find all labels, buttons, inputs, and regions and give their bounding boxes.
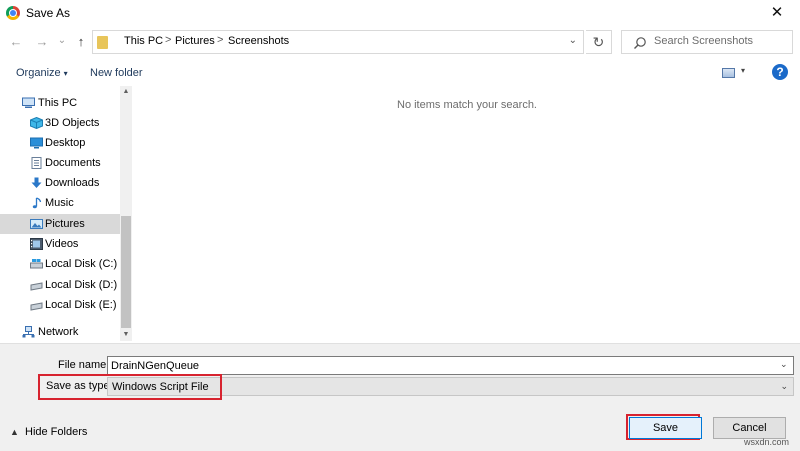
- scroll-up-icon[interactable]: ▲: [120, 86, 132, 98]
- sidebar-item-label: Local Disk (C:): [45, 258, 118, 270]
- filename-dropdown-icon[interactable]: ⌄: [780, 359, 788, 370]
- documents-icon: [31, 157, 42, 169]
- sidebar-item-label: Local Disk (D:): [45, 279, 118, 291]
- sidebar-item-local-disk-d[interactable]: Local Disk (D:): [0, 275, 120, 295]
- new-folder-button[interactable]: New folder: [90, 67, 143, 79]
- hide-folders-label: Hide Folders: [25, 426, 88, 438]
- chevron-up-icon: ▲: [10, 427, 19, 437]
- breadcrumb-separator[interactable]: >: [165, 34, 171, 46]
- sidebar-item-label: This PC: [38, 97, 78, 109]
- sidebar-item-pictures[interactable]: Pictures: [0, 214, 120, 234]
- sidebar-item-this-pc[interactable]: This PC: [0, 93, 120, 113]
- navigation-pane: This PC 3D Objects Desktop Documents Dow…: [0, 86, 133, 341]
- videos-icon: [30, 238, 43, 250]
- save-options-panel: File name: ⌄ Save as type: Windows Scrip…: [0, 343, 800, 451]
- breadcrumb-screenshots[interactable]: Screenshots: [228, 35, 289, 47]
- sidebar-item-label: Network: [38, 326, 79, 338]
- breadcrumb-pictures[interactable]: Pictures: [175, 35, 215, 47]
- music-icon: [32, 197, 42, 209]
- address-row: ← → ⌄ ↑ This PC > Pictures > Screenshots…: [0, 28, 800, 58]
- search-box[interactable]: [621, 30, 793, 54]
- sidebar-item-label: Downloads: [45, 177, 100, 189]
- address-dropdown-icon[interactable]: ⌄: [569, 35, 577, 46]
- downloads-icon: [31, 177, 42, 188]
- scrollbar-thumb[interactable]: [121, 216, 131, 328]
- sidebar-item-label: Desktop: [45, 137, 86, 149]
- chrome-icon: [6, 6, 20, 20]
- sidebar-item-network[interactable]: Network: [0, 322, 120, 342]
- scroll-down-icon[interactable]: ▼: [120, 329, 132, 341]
- drive-icon: [30, 282, 43, 291]
- back-button[interactable]: ←: [8, 34, 24, 49]
- view-icon: [722, 68, 735, 78]
- sidebar-item-label: Local Disk (E:): [45, 299, 117, 311]
- sidebar-item-local-disk-c[interactable]: Local Disk (C:): [0, 254, 120, 274]
- network-icon: [22, 326, 35, 338]
- window-title: Save As: [26, 6, 71, 20]
- desktop-icon: [30, 137, 43, 149]
- organize-menu[interactable]: Organize ▾: [16, 67, 68, 79]
- 3d-objects-icon: [30, 117, 43, 129]
- sidebar-item-music[interactable]: Music: [0, 193, 120, 213]
- organize-label: Organize: [16, 67, 61, 79]
- drive-icon: [30, 302, 43, 311]
- pictures-icon: [30, 219, 43, 229]
- forward-button[interactable]: →: [34, 34, 50, 49]
- refresh-button[interactable]: ↻: [586, 30, 612, 54]
- search-input[interactable]: [654, 35, 790, 47]
- recent-locations-button[interactable]: ⌄: [54, 35, 70, 46]
- red-highlight-box: [38, 374, 222, 400]
- cancel-button[interactable]: Cancel: [713, 417, 786, 439]
- filename-label: File name:: [58, 359, 110, 371]
- sidebar-item-3d-objects[interactable]: 3D Objects: [0, 113, 120, 133]
- save-button[interactable]: Save: [629, 417, 702, 439]
- title-bar: Save As ✕: [0, 0, 800, 26]
- filename-field[interactable]: [107, 356, 794, 375]
- drive-icon: [30, 259, 43, 269]
- change-view-button[interactable]: ▾: [719, 66, 751, 80]
- search-icon: [634, 37, 646, 49]
- help-icon[interactable]: ?: [772, 64, 788, 80]
- address-bar[interactable]: This PC > Pictures > Screenshots ⌄: [92, 30, 584, 54]
- chevron-down-icon: ⌄: [780, 381, 788, 391]
- sidebar-item-videos[interactable]: Videos: [0, 234, 120, 254]
- sidebar-item-label: Pictures: [45, 218, 85, 230]
- empty-message: No items match your search.: [397, 99, 537, 111]
- sidebar-item-label: Documents: [45, 157, 101, 169]
- chevron-down-icon: ▾: [741, 66, 746, 75]
- close-button[interactable]: ✕: [754, 0, 800, 26]
- breadcrumb-separator[interactable]: >: [217, 34, 223, 46]
- chevron-down-icon: ▾: [63, 69, 68, 78]
- sidebar-item-label: Videos: [45, 238, 79, 250]
- file-list[interactable]: No items match your search.: [134, 86, 800, 341]
- sidebar-scrollbar[interactable]: ▲ ▼: [120, 86, 132, 341]
- computer-icon: [22, 97, 35, 108]
- sidebar-item-local-disk-e[interactable]: Local Disk (E:): [0, 295, 120, 315]
- watermark-text: wsxdn.com: [744, 437, 790, 447]
- up-button[interactable]: ↑: [73, 34, 89, 49]
- breadcrumb-this-pc[interactable]: This PC: [124, 35, 163, 47]
- folder-icon: [97, 36, 108, 49]
- sidebar-item-documents[interactable]: Documents: [0, 153, 120, 173]
- sidebar-item-label: Music: [45, 197, 74, 209]
- sidebar-item-downloads[interactable]: Downloads: [0, 173, 120, 193]
- sidebar-item-label: 3D Objects: [45, 117, 100, 129]
- command-toolbar: Organize ▾ New folder ▾ ?: [0, 60, 800, 86]
- sidebar-item-desktop[interactable]: Desktop: [0, 133, 120, 153]
